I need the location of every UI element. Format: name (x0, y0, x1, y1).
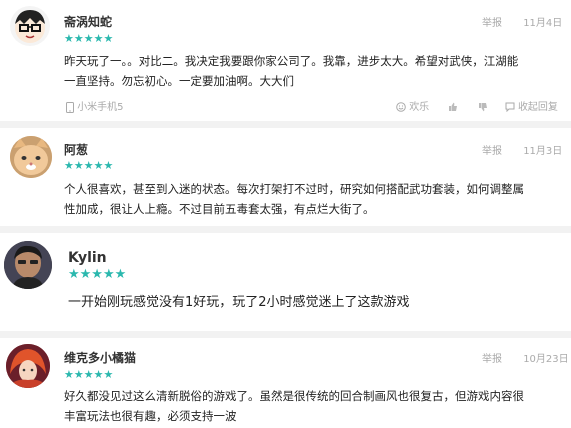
review-actions: 举报 10月23日 (482, 350, 569, 365)
phone-icon (66, 101, 74, 113)
review-text-line: 个人很喜欢，甚至到入迷的状态。每次打架打不过时，研究如何搭配武功套装，如何调整属 (64, 182, 524, 196)
avatar[interactable] (10, 136, 52, 178)
star-rating: ★★★★★ (64, 369, 114, 380)
avatar[interactable] (4, 241, 52, 289)
username[interactable]: 维克多小橘猫 (64, 349, 136, 366)
divider (0, 226, 571, 233)
review-card: Kylin ★★★★★ 一开始刚玩感觉没有1好玩，玩了2小时感觉迷上了这款游戏 (0, 233, 571, 331)
review-text-line: 一直坚持。勿忘初心。一定要加油啊。大大们 (64, 74, 294, 88)
review-date: 11月3日 (523, 146, 563, 157)
review-card: 斋涡知蛇 ★★★★★ 举报 11月4日 昨天玩了一。。对比二。我决定我要跟你家公… (0, 0, 571, 122)
review-text-line: 一开始刚玩感觉没有1好玩，玩了2小时感觉迷上了这款游戏 (68, 295, 410, 310)
thumbs-up-icon[interactable] (448, 102, 458, 112)
review-card: 阿葱 ★★★★★ 举报 11月3日 个人很喜欢，甚至到入迷的状态。每次打架打不过… (0, 128, 571, 228)
review-text: 昨天玩了一。。对比二。我决定我要跟你家公司了。我靠，进步太大。希望对武侠，江湖能… (64, 51, 518, 91)
report-link[interactable]: 举报 (482, 354, 502, 365)
username[interactable]: 阿葱 (64, 141, 88, 158)
device-name: 小米手机5 (77, 102, 124, 113)
review-text: 好久都没见过这么清新脱俗的游戏了。虽然是很传统的回合制画风也很复古，但游戏内容很… (64, 386, 524, 426)
review-actions: 举报 11月4日 (482, 14, 562, 29)
review-text: 一开始刚玩感觉没有1好玩，玩了2小时感觉迷上了这款游戏 (68, 293, 410, 313)
stars: ★★★★★ (64, 368, 114, 381)
collapse-replies-button[interactable]: 收起回复 (518, 102, 558, 113)
review-card: 维克多小橘猫 ★★★★★ 举报 10月23日 好久都没见过这么清新脱俗的游戏了。… (0, 338, 571, 428)
review-text-line: 好久都没见过这么清新脱俗的游戏了。虽然是很传统的回合制画风也很复古，但游戏内容很 (64, 389, 524, 403)
device-info: 小米手机5 (66, 98, 124, 113)
review-date: 11月4日 (523, 18, 563, 29)
username[interactable]: 斋涡知蛇 (64, 13, 112, 30)
happy-label[interactable]: 欢乐 (409, 102, 429, 113)
report-link[interactable]: 举报 (482, 146, 502, 157)
review-actions: 举报 11月3日 (482, 142, 562, 157)
stars: ★★★★★ (64, 32, 114, 45)
review-text-line: 丰富玩法也很有趣，必须支持一波 (64, 409, 237, 423)
thumbs-down-icon[interactable] (478, 102, 488, 112)
stars: ★★★★★ (68, 267, 127, 282)
divider (0, 331, 571, 338)
star-rating: ★★★★★ (64, 160, 114, 171)
star-rating: ★★★★★ (64, 33, 114, 44)
review-text: 个人很喜欢，甚至到入迷的状态。每次打架打不过时，研究如何搭配武功套装，如何调整属… (64, 179, 524, 219)
star-rating: ★★★★★ (68, 267, 127, 282)
smiley-icon[interactable] (396, 102, 406, 112)
review-date: 10月23日 (523, 354, 569, 365)
report-link[interactable]: 举报 (482, 18, 502, 29)
review-footer-actions: 欢乐 收起回复 (396, 98, 558, 113)
stars: ★★★★★ (64, 159, 114, 172)
avatar[interactable] (6, 344, 50, 388)
avatar[interactable] (10, 6, 50, 46)
review-text-line: 昨天玩了一。。对比二。我决定我要跟你家公司了。我靠，进步太大。希望对武侠，江湖能 (64, 54, 519, 68)
comment-icon[interactable] (505, 102, 515, 112)
username[interactable]: Kylin (68, 250, 107, 266)
review-text-line: 性加成，很让人上瘾。不过目前五毒套太强，有点烂大街了。 (64, 202, 375, 216)
divider (0, 121, 571, 128)
